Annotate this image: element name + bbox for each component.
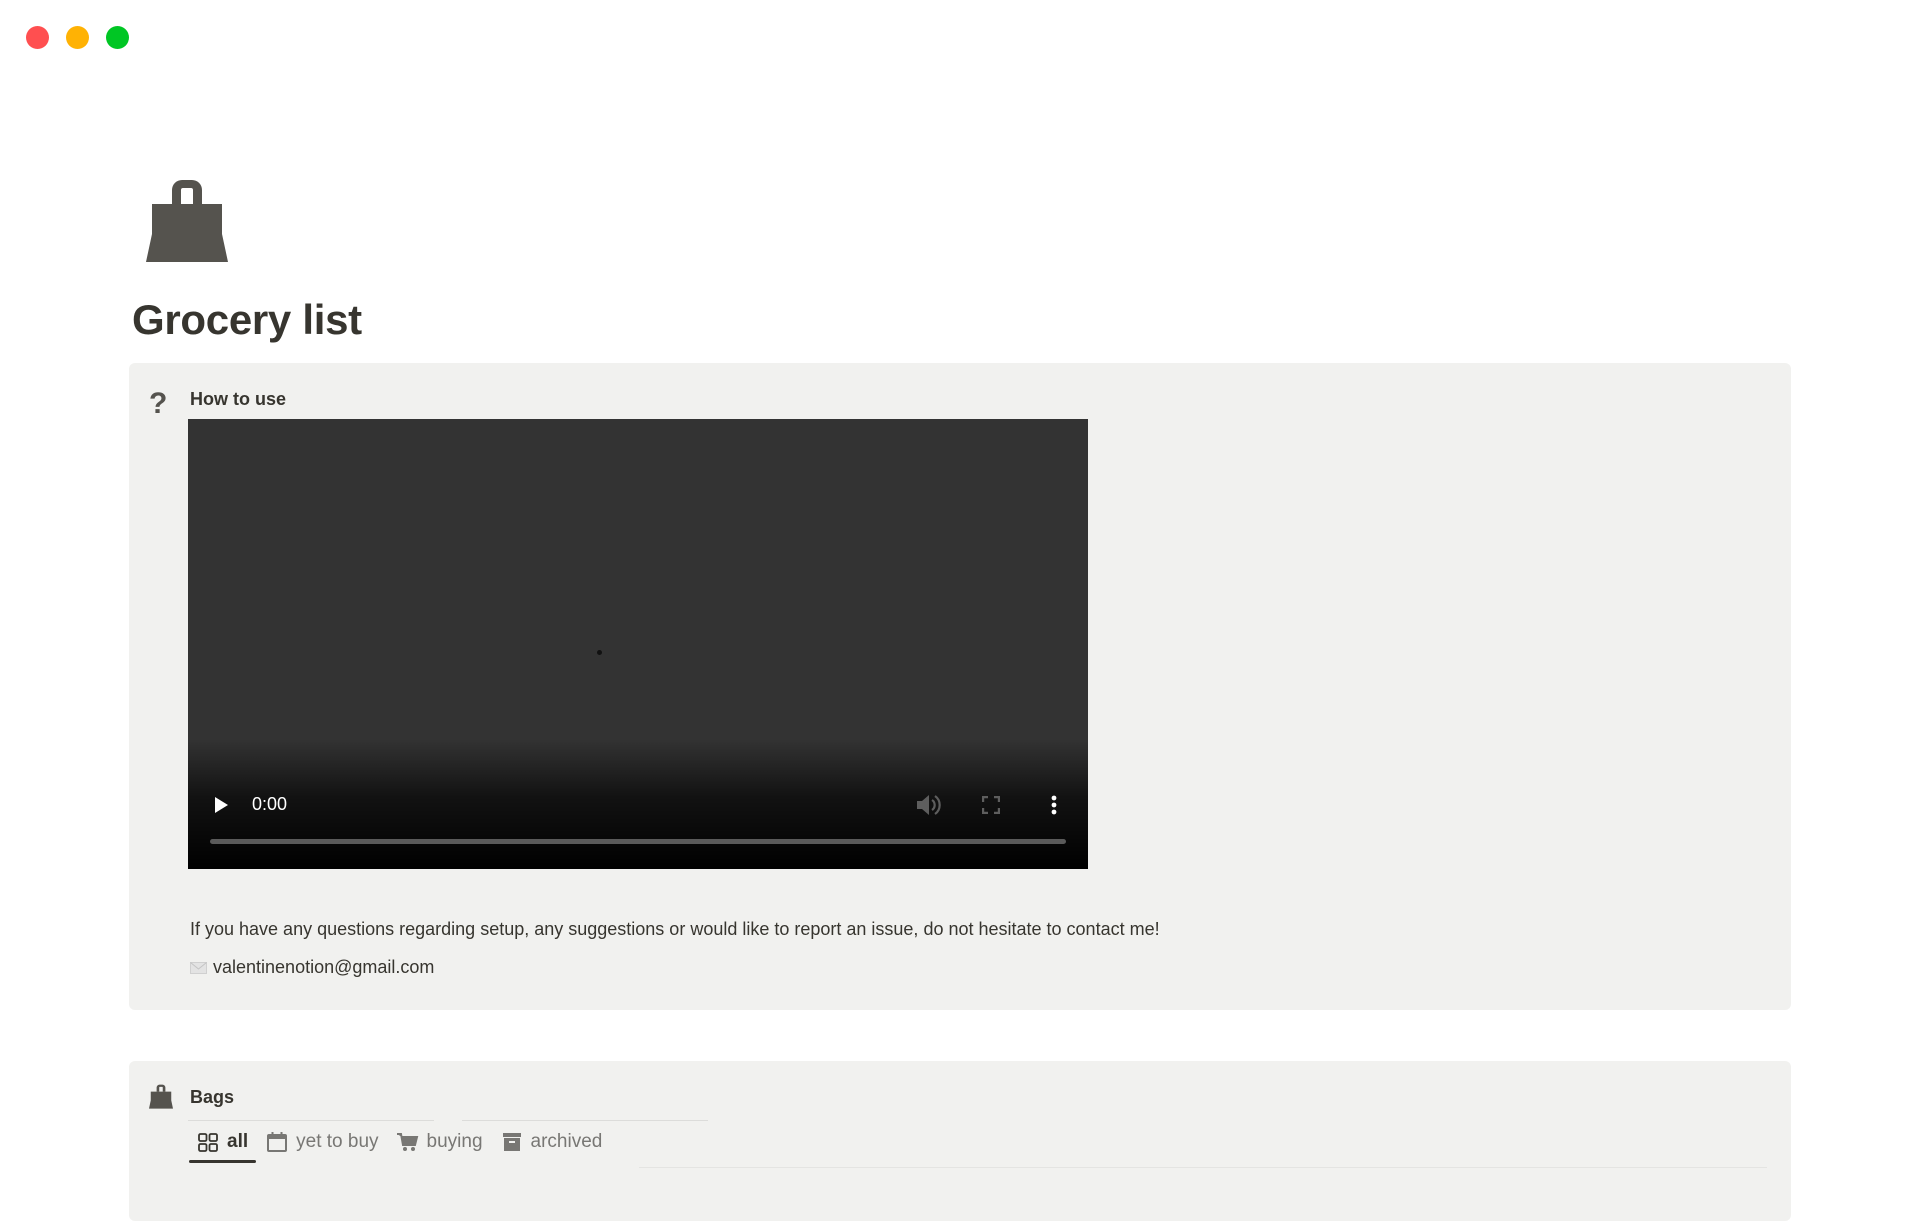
tab-all[interactable]: all — [188, 1127, 257, 1163]
gallery-card[interactable] — [462, 1120, 708, 1124]
close-window-button[interactable] — [26, 26, 49, 49]
tab-yet-to-buy[interactable]: yet to buy — [257, 1127, 387, 1163]
tab-label: all — [227, 1131, 249, 1152]
video-progress-bar[interactable] — [210, 839, 1066, 844]
tabs-divider — [639, 1167, 1767, 1168]
envelope-icon — [190, 961, 207, 974]
shopping-bag-icon[interactable] — [146, 176, 228, 262]
contact-text: If you have any questions regarding setu… — [190, 919, 1160, 939]
gallery-grid-icon — [198, 1133, 218, 1152]
tab-label: archived — [530, 1131, 603, 1152]
calendar-icon — [267, 1132, 288, 1152]
maximize-window-button[interactable] — [106, 26, 129, 49]
video-controls-gradient — [188, 739, 1088, 869]
email-row: valentinenotion@gmail.com — [190, 957, 434, 978]
tab-label: yet to buy — [296, 1131, 379, 1152]
more-options-icon[interactable] — [1051, 795, 1057, 815]
video-frame-dot — [597, 650, 602, 655]
how-to-use-title: How to use — [190, 389, 287, 409]
tab-buying[interactable]: buying — [388, 1127, 492, 1163]
tab-archived[interactable]: archived — [492, 1127, 612, 1163]
fullscreen-icon[interactable] — [982, 796, 1000, 814]
question-mark-icon: ? — [149, 387, 168, 420]
minimize-window-button[interactable] — [66, 26, 89, 49]
bags-callout: Bags all yet to buy buying archived — [129, 1061, 1791, 1221]
bags-title: Bags — [190, 1087, 235, 1107]
volume-icon[interactable] — [916, 794, 942, 816]
bags-view-tabs: all yet to buy buying archived — [188, 1127, 611, 1163]
email-address[interactable]: valentinenotion@gmail.com — [213, 957, 434, 978]
archive-box-icon — [502, 1133, 521, 1151]
tab-label: buying — [426, 1131, 483, 1152]
video-current-time: 0:00 — [252, 794, 288, 814]
shopping-cart-icon — [396, 1133, 418, 1151]
gallery-card[interactable] — [188, 1120, 434, 1124]
window-controls — [26, 26, 129, 49]
page-title: Grocery list — [132, 296, 362, 343]
how-to-use-callout: ? How to use 0:00 If you have any questi… — [129, 363, 1791, 1010]
shopping-bag-icon — [149, 1084, 173, 1109]
play-icon[interactable] — [215, 797, 228, 813]
video-player[interactable]: 0:00 — [188, 419, 1088, 869]
